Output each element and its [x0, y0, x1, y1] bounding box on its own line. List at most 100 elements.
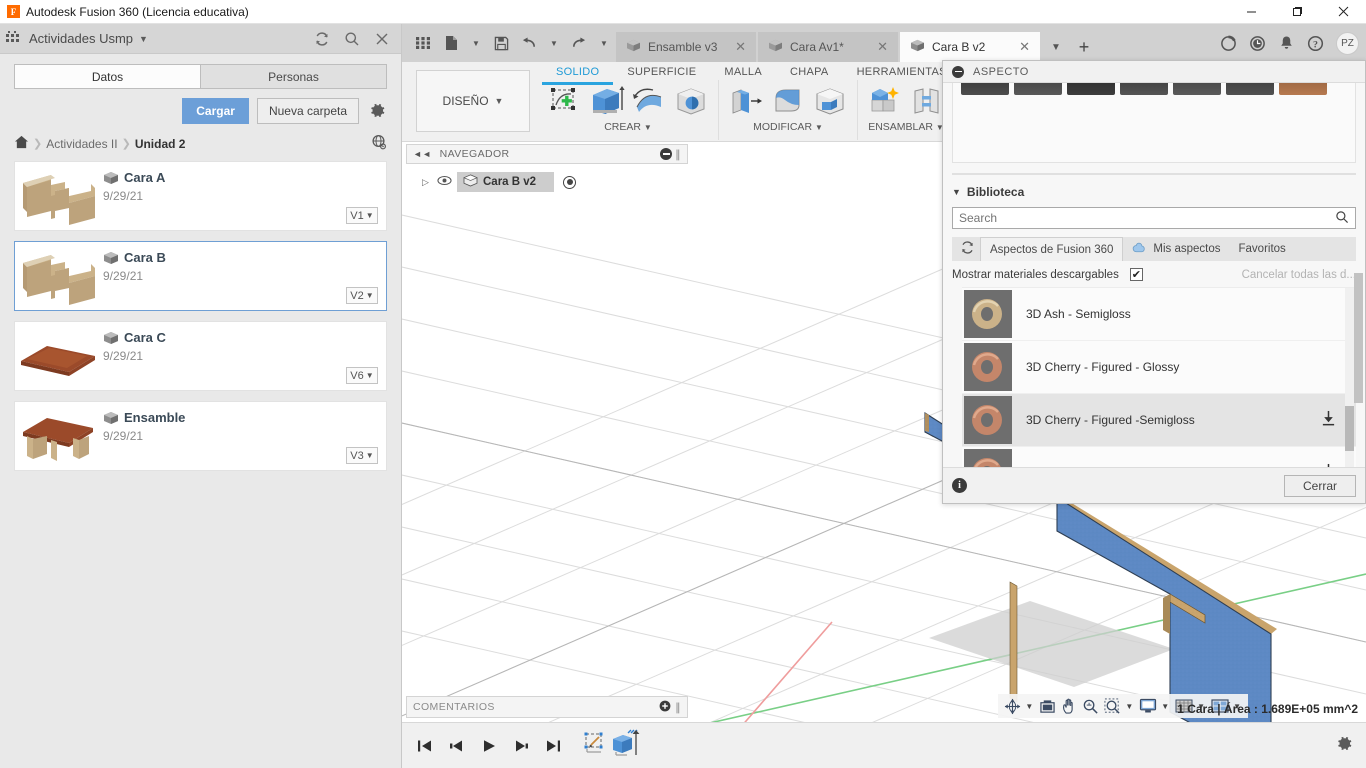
- gear-icon[interactable]: [1335, 734, 1354, 758]
- version-badge[interactable]: V3 ▼: [346, 447, 378, 464]
- tab-personas[interactable]: Personas: [200, 64, 387, 89]
- close-panel-icon[interactable]: [369, 27, 395, 51]
- fit-chevron-down-icon[interactable]: ▼: [1124, 702, 1136, 711]
- pan-icon[interactable]: [1059, 695, 1079, 717]
- extrude-icon[interactable]: [588, 82, 626, 120]
- extrude-feature-icon[interactable]: [610, 729, 640, 762]
- workspace-selector[interactable]: DISEÑO ▼: [416, 70, 530, 132]
- library-tab-mis-aspectos[interactable]: Mis aspectos: [1123, 237, 1229, 261]
- file-card-cara-c[interactable]: Cara C 9/29/21 V6 ▼: [14, 321, 387, 391]
- library-search[interactable]: [952, 207, 1356, 229]
- help-icon[interactable]: ?: [1301, 28, 1329, 58]
- joint-icon[interactable]: [908, 82, 946, 120]
- dialog-scrollbar[interactable]: [1354, 153, 1363, 453]
- fillet-icon[interactable]: [769, 82, 807, 120]
- orbit-chevron-down-icon[interactable]: ▼: [1024, 702, 1036, 711]
- file-card-ensamble[interactable]: Ensamble 9/29/21 V3 ▼: [14, 401, 387, 471]
- undo-icon[interactable]: [516, 28, 542, 58]
- comments-panel[interactable]: COMENTARIOS ∥: [406, 696, 688, 718]
- display-settings-icon[interactable]: [1137, 695, 1159, 717]
- version-badge[interactable]: V1 ▼: [346, 207, 378, 224]
- document-tab-ensamble[interactable]: Ensamble v3 ✕: [616, 32, 756, 62]
- ribbon-group-label[interactable]: CREAR ▼: [604, 121, 652, 133]
- show-downloadable-checkbox[interactable]: ✔: [1129, 268, 1143, 281]
- avatar[interactable]: PZ: [1336, 31, 1359, 55]
- search-icon[interactable]: [339, 27, 365, 51]
- library-section-header[interactable]: ▼ Biblioteca: [952, 185, 1356, 199]
- plus-icon[interactable]: +: [1070, 32, 1098, 62]
- material-row[interactable]: 3D Cherry - Figured -Semigloss: [962, 394, 1356, 447]
- new-file-chevron-down-icon[interactable]: ▼: [466, 28, 486, 58]
- swatch[interactable]: [1173, 83, 1221, 95]
- radio-dot-icon[interactable]: [563, 175, 577, 189]
- version-badge[interactable]: V6 ▼: [346, 367, 378, 384]
- job-status-icon[interactable]: [1214, 28, 1242, 58]
- chevron-down-icon[interactable]: ▼: [1042, 32, 1070, 62]
- ribbon-group-label[interactable]: MODIFICAR ▼: [753, 121, 823, 133]
- ribbon-group-label[interactable]: ENSAMBLAR ▼: [868, 121, 944, 133]
- swatch[interactable]: [1067, 83, 1115, 95]
- new-folder-button[interactable]: Nueva carpeta: [256, 98, 359, 124]
- swatch[interactable]: [1014, 83, 1062, 95]
- redo-icon[interactable]: [566, 28, 592, 58]
- go-to-end-icon[interactable]: [542, 734, 564, 758]
- download-icon[interactable]: [1321, 410, 1336, 430]
- grid-icon[interactable]: [410, 28, 436, 58]
- look-at-icon[interactable]: [1037, 695, 1058, 717]
- revolve-icon[interactable]: [630, 82, 668, 120]
- hub-name[interactable]: Actividades Usmp: [29, 31, 133, 46]
- close-button[interactable]: [1320, 0, 1366, 24]
- version-badge[interactable]: V2 ▼: [346, 287, 378, 304]
- material-row[interactable]: 3D Cherry - Figured - Glossy: [962, 341, 1356, 394]
- breadcrumb-item-1[interactable]: Unidad 2: [135, 137, 186, 151]
- panel-grip[interactable]: ∥: [675, 701, 681, 714]
- close-tab-icon[interactable]: ✕: [867, 39, 888, 55]
- recent-icon[interactable]: [1243, 28, 1271, 58]
- refresh-icon[interactable]: [954, 240, 980, 258]
- undo-chevron-down-icon[interactable]: ▼: [544, 28, 564, 58]
- minimize-button[interactable]: [1228, 0, 1274, 24]
- navigator-root-row[interactable]: ▷ Cara B v2: [406, 172, 688, 192]
- new-file-icon[interactable]: [438, 28, 464, 58]
- hub-chevron-down-icon[interactable]: ▼: [139, 34, 148, 44]
- cancel-downloads-link[interactable]: Cancelar todas las d...: [1242, 269, 1356, 281]
- close-tab-icon[interactable]: ✕: [1009, 39, 1030, 55]
- file-card-cara-b[interactable]: Cara B 9/29/21 V2 ▼: [14, 241, 387, 311]
- swatch[interactable]: [1226, 83, 1274, 95]
- save-icon[interactable]: [488, 28, 514, 58]
- hole-icon[interactable]: [672, 82, 710, 120]
- swatch[interactable]: [1120, 83, 1168, 95]
- file-card-cara-a[interactable]: Cara A 9/29/21 V1 ▼: [14, 161, 387, 231]
- zoom-icon[interactable]: [1080, 695, 1101, 717]
- step-back-icon[interactable]: [446, 734, 468, 758]
- search-icon[interactable]: [1335, 210, 1349, 227]
- material-row[interactable]: 3D Ash - Semigloss: [962, 288, 1356, 341]
- close-tab-icon[interactable]: ✕: [725, 39, 746, 55]
- maximize-button[interactable]: [1274, 0, 1320, 24]
- tab-datos[interactable]: Datos: [14, 64, 200, 89]
- play-icon[interactable]: [478, 734, 500, 758]
- go-to-start-icon[interactable]: [414, 734, 436, 758]
- fit-icon[interactable]: [1102, 695, 1123, 717]
- minus-circle-icon[interactable]: [660, 148, 673, 160]
- swatch[interactable]: [961, 83, 1009, 95]
- sketch-feature-icon[interactable]: [582, 730, 608, 761]
- home-icon[interactable]: [14, 135, 29, 152]
- gear-icon[interactable]: [367, 101, 387, 121]
- step-forward-icon[interactable]: [510, 734, 532, 758]
- triangle-down-icon[interactable]: ▼: [952, 187, 961, 197]
- press-pull-icon[interactable]: [727, 82, 765, 120]
- material-list[interactable]: 3D Ash - Semigloss 3D Cherry - Figured -…: [962, 287, 1356, 472]
- close-dialog-button[interactable]: Cerrar: [1283, 474, 1356, 497]
- library-tab-fusion[interactable]: Aspectos de Fusion 360: [980, 237, 1124, 261]
- plus-circle-icon[interactable]: [659, 700, 671, 715]
- info-icon[interactable]: i: [952, 478, 967, 493]
- library-tab-favoritos[interactable]: Favoritos: [1230, 237, 1295, 261]
- swatch[interactable]: [1279, 83, 1327, 95]
- panel-grip[interactable]: ∥: [675, 148, 681, 161]
- shell-icon[interactable]: [811, 82, 849, 120]
- breadcrumb-item-0[interactable]: Actividades II: [46, 137, 117, 151]
- eye-icon[interactable]: [437, 175, 452, 189]
- minus-circle-icon[interactable]: [952, 65, 964, 78]
- redo-chevron-down-icon[interactable]: ▼: [594, 28, 614, 58]
